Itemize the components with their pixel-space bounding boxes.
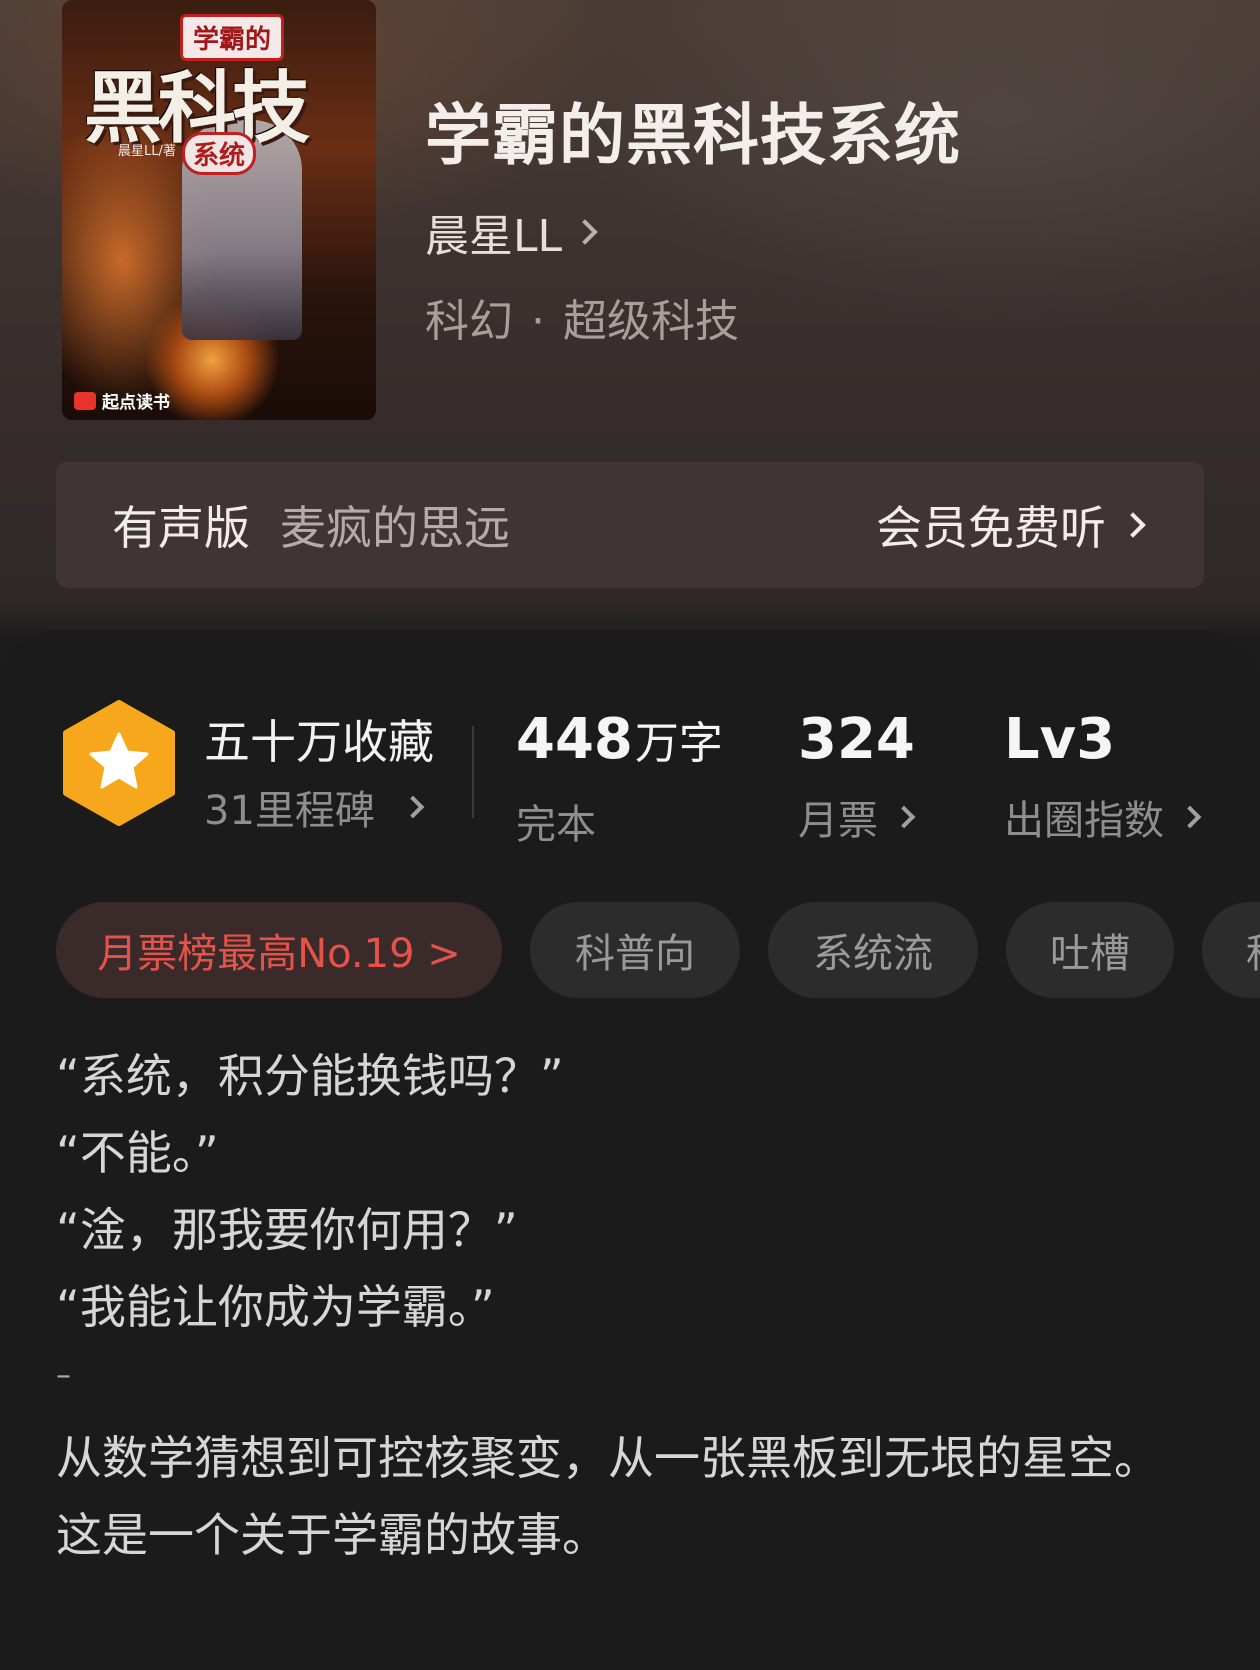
cover-badge-sub: 系统 (182, 132, 257, 175)
chevron-right-icon (892, 805, 916, 829)
cover-author-line: 晨星LL/著 (118, 144, 176, 159)
description-line: “我能让你成为学霸。” (56, 1280, 495, 1334)
completion-status-label: 完本 (516, 802, 596, 848)
book-description: “系统，积分能换钱吗？” “不能。” “淦，那我要你何用？” “我能让你成为学霸… (56, 1038, 1206, 1574)
genre-row: 科幻 · 超级科技 (425, 285, 739, 349)
audio-narrator: 麦疯的思远 (280, 501, 510, 555)
word-count-unit: 万字 (634, 718, 723, 769)
monthly-votes-stat[interactable]: 324 月票 (798, 700, 916, 846)
popularity-index-link[interactable]: 出圈指数 (1004, 788, 1202, 846)
book-info-panel: 五十万收藏 31里程碑 448万字 完本 324 月票 Lv3 出圈指数 月票榜… (0, 630, 1260, 1670)
tag-chip[interactable]: 科普向 (530, 902, 740, 998)
word-count-value: 448万字 (516, 700, 723, 784)
author-link[interactable]: 晨星LL (425, 200, 598, 264)
word-count-stat: 448万字 完本 (516, 700, 723, 850)
tag-chip[interactable]: 科 (1202, 902, 1260, 998)
book-title: 学霸的黑科技系统 (425, 96, 961, 174)
popularity-index-stat[interactable]: Lv3 出圈指数 (1004, 700, 1202, 846)
subgenre-label[interactable]: 超级科技 (563, 296, 739, 347)
author-name: 晨星LL (425, 211, 563, 262)
description-paragraph: 从数学猜想到可控核聚变，从一张黑板到无垠的星空。 (56, 1431, 1160, 1485)
popularity-index-label: 出圈指数 (1004, 798, 1164, 844)
completion-status: 完本 (516, 792, 723, 850)
description-line: “系统，积分能换钱吗？” (56, 1049, 564, 1103)
stats-row: 五十万收藏 31里程碑 448万字 完本 324 月票 Lv3 出圈指数 (62, 700, 1212, 848)
milestone-label: 31里程碑 (204, 788, 375, 834)
description-line: “不能。” (56, 1126, 219, 1180)
popularity-level-value: Lv3 (1004, 707, 1116, 772)
description-dash: – (56, 1358, 71, 1393)
chevron-right-icon (1120, 512, 1146, 538)
audio-version-label: 有声版 (112, 501, 250, 555)
chevron-right-icon (401, 795, 425, 819)
description-line: “淦，那我要你何用？” (56, 1203, 518, 1257)
description-paragraph: 这是一个关于学霸的故事。 (56, 1508, 608, 1562)
publisher-logo-icon (74, 391, 96, 410)
member-free-listen-label: 会员免费听 (876, 501, 1106, 555)
collect-count-title[interactable]: 五十万收藏 (204, 706, 434, 772)
stats-divider (472, 726, 474, 818)
monthly-votes-value: 324 (798, 707, 915, 772)
ranking-tag[interactable]: 月票榜最高No.19 > (56, 902, 502, 998)
book-detail-page: 学霸的 黑科技 系统 晨星LL/著 起点读书 学霸的黑科技系统 晨星LL 科幻 ·… (0, 0, 1260, 1670)
publisher-name: 起点读书 (102, 393, 170, 413)
monthly-votes-link[interactable]: 月票 (798, 788, 916, 846)
genre-separator: · (531, 296, 545, 347)
milestone-link[interactable]: 31里程碑 (204, 778, 425, 836)
tag-list: 月票榜最高No.19 > 科普向 系统流 吐槽 科 (56, 902, 1260, 998)
star-badge-icon[interactable] (62, 700, 176, 826)
tag-chip[interactable]: 吐槽 (1006, 902, 1174, 998)
chevron-right-icon (572, 219, 598, 245)
word-count-number: 448 (516, 707, 633, 772)
cover-publisher: 起点读书 (74, 388, 170, 413)
book-cover[interactable]: 学霸的 黑科技 系统 晨星LL/著 起点读书 (62, 0, 376, 420)
member-free-listen-button[interactable]: 会员免费听 (876, 492, 1146, 558)
tag-chip[interactable]: 系统流 (768, 902, 978, 998)
genre-label[interactable]: 科幻 (425, 296, 513, 347)
chevron-right-icon (1178, 805, 1202, 829)
monthly-votes-label: 月票 (798, 798, 878, 844)
audio-version-bar[interactable]: 有声版 麦疯的思远 会员免费听 (56, 462, 1204, 588)
